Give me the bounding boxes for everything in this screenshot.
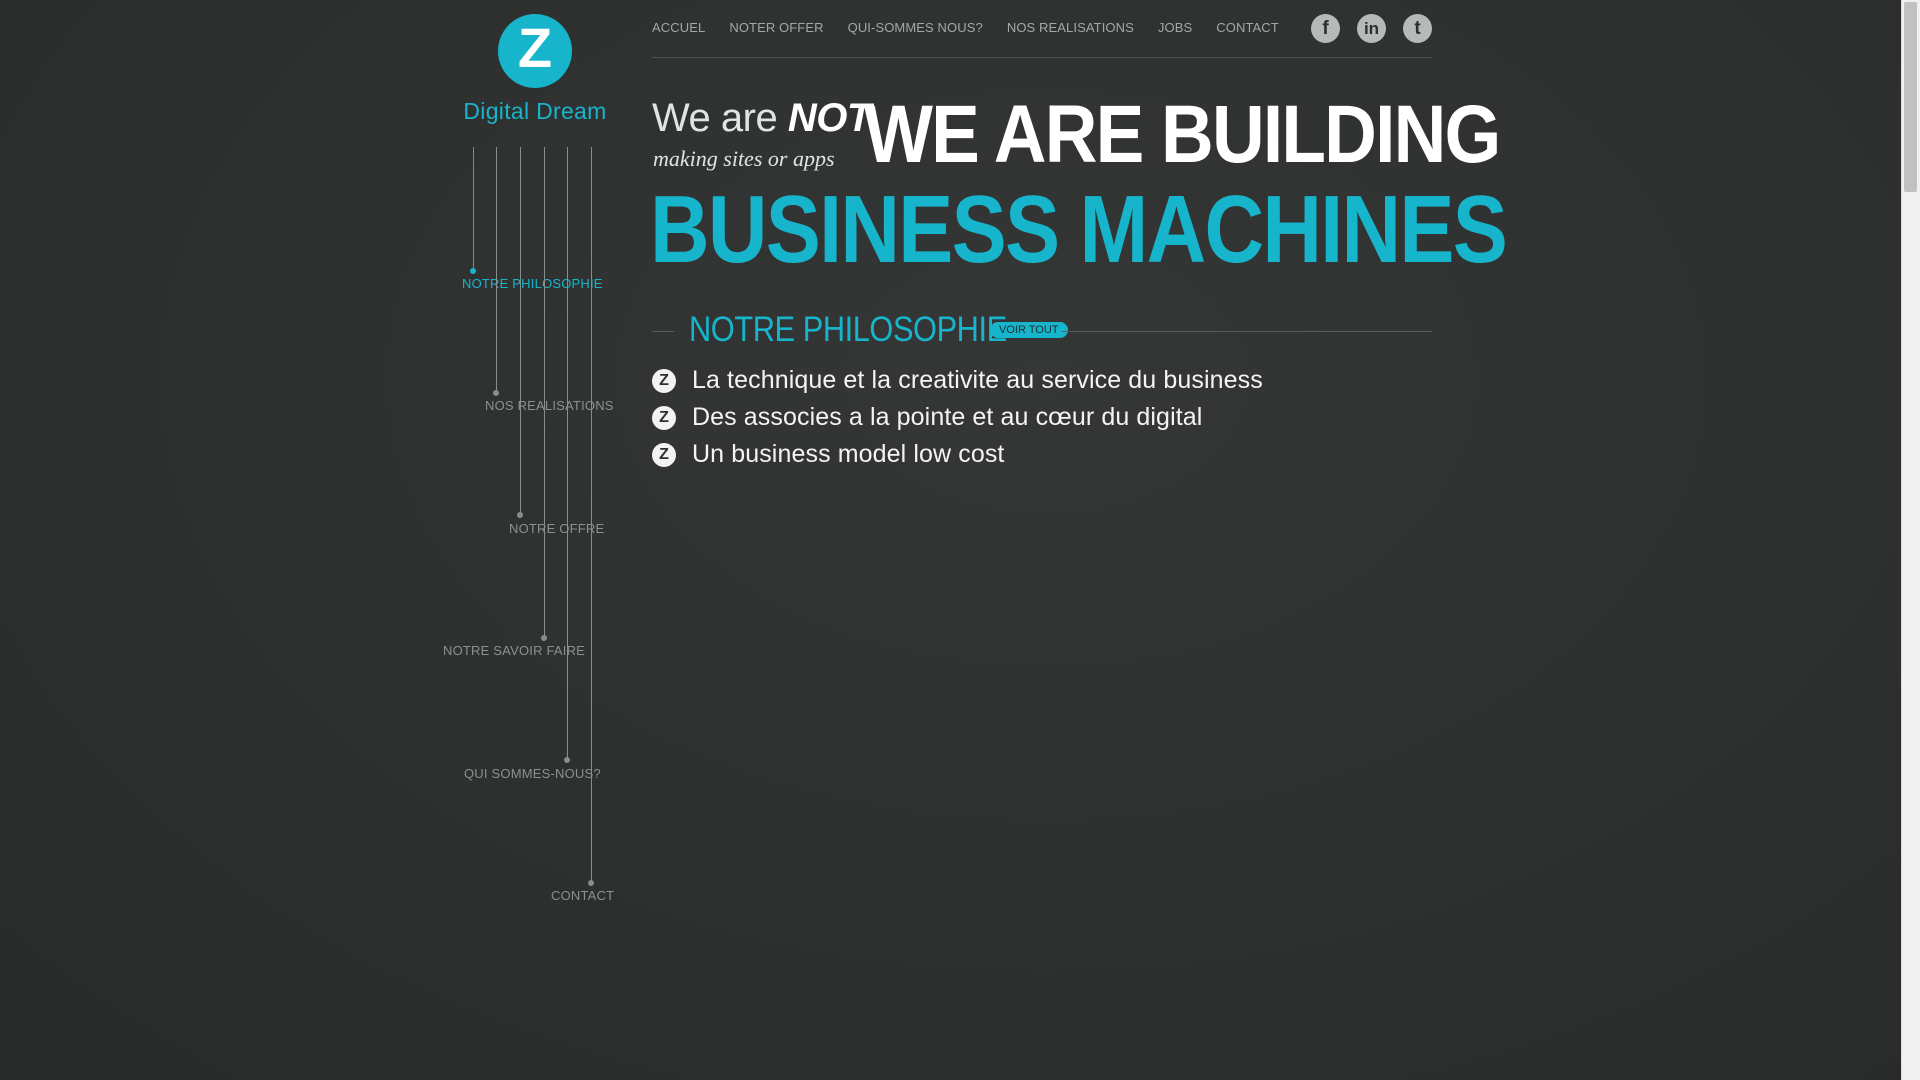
side-nav-dot <box>588 880 594 886</box>
side-nav-line <box>591 147 592 883</box>
z-bullet-icon: Z <box>652 405 676 430</box>
side-nav-dot <box>564 757 570 763</box>
side-nav-line <box>520 147 521 515</box>
top-nav-qui-sommes-nous[interactable]: QUI-SOMMES NOUS? <box>848 20 983 35</box>
list-item-text: Un business model low cost <box>692 440 1005 468</box>
hero-we-are-text: We are <box>652 96 778 140</box>
list-item-text: Des associes a la pointe et au cœur du d… <box>692 403 1203 431</box>
side-nav-dot <box>493 390 499 396</box>
top-nav-realisations[interactable]: NOS REALISATIONS <box>1007 20 1134 35</box>
side-nav-line <box>544 147 545 638</box>
section-divider-right <box>1062 331 1432 332</box>
logo[interactable]: Z Digital Dream <box>460 14 610 125</box>
hero-headline-line2: BUSINESS MACHINES <box>650 176 1508 283</box>
side-nav-item-realisations[interactable]: NOS REALISATIONS <box>485 398 614 413</box>
side-nav-dot <box>541 635 547 641</box>
list-item: Z La technique et la creativite au servi… <box>652 362 1263 399</box>
philosophy-list: Z La technique et la creativite au servi… <box>652 362 1263 473</box>
top-nav-divider <box>652 57 1432 58</box>
hero-making: making sites or apps <box>653 146 835 171</box>
hero-headline-line1: WE ARE BUILDING <box>864 89 1501 180</box>
top-nav: ACCUEL NOTER OFFER QUI-SOMMES NOUS? NOS … <box>652 20 1279 35</box>
list-item-text: La technique et la creativite au service… <box>692 366 1263 394</box>
logo-mark: Z <box>498 14 572 88</box>
voir-tout-button[interactable]: VOIR TOUT <box>990 322 1068 338</box>
list-item: Z Un business model low cost <box>652 436 1263 473</box>
section-title: NOTRE PHILOSOPHIE <box>689 310 1007 349</box>
z-bullet-icon: Z <box>652 442 676 467</box>
hero-not: NOT <box>787 96 871 140</box>
brand-name: Digital Dream <box>463 98 607 124</box>
vertical-scrollbar[interactable] <box>1901 0 1920 1080</box>
hero-we-are: We are NOT <box>652 96 871 141</box>
side-nav-dot <box>470 268 476 274</box>
top-nav-offer[interactable]: NOTER OFFER <box>729 20 823 35</box>
side-nav-item-qui-sommes-nous[interactable]: QUI SOMMES-NOUS? <box>464 766 601 781</box>
side-nav-line <box>473 147 474 271</box>
top-nav-accueil[interactable]: ACCUEL <box>652 20 705 35</box>
scrollbar-thumb[interactable] <box>1904 2 1917 192</box>
side-nav-item-contact[interactable]: CONTACT <box>551 888 614 903</box>
side-nav-item-savoir-faire[interactable]: NOTRE SAVOIR FAIRE <box>443 643 585 658</box>
facebook-icon[interactable]: f <box>1311 14 1340 43</box>
side-nav-line <box>567 147 568 760</box>
twitter-icon[interactable]: t <box>1403 14 1432 43</box>
z-bullet-icon: Z <box>652 368 676 393</box>
page-background: Z Digital Dream NOTRE PHILOSOPHIE NOS RE… <box>0 0 1902 1080</box>
top-nav-jobs[interactable]: JOBS <box>1158 20 1192 35</box>
linkedin-icon[interactable]: in <box>1357 14 1386 43</box>
top-nav-contact[interactable]: CONTACT <box>1216 20 1279 35</box>
logo-letter: Z <box>517 16 553 79</box>
side-nav-dot <box>517 512 523 518</box>
side-nav-line <box>496 147 497 393</box>
list-item: Z Des associes a la pointe et au cœur du… <box>652 399 1263 436</box>
side-nav-item-philosophie[interactable]: NOTRE PHILOSOPHIE <box>462 276 603 291</box>
section-divider-left <box>652 331 674 332</box>
